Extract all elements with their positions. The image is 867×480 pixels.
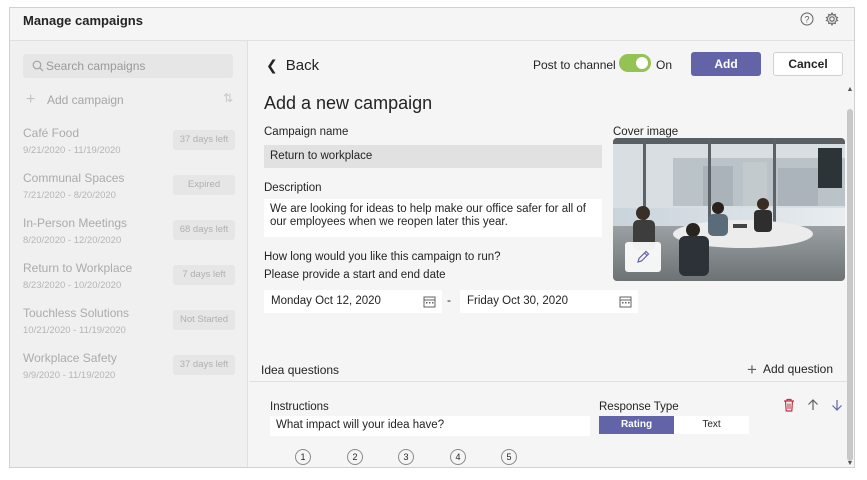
response-type-selector: Rating Text (599, 416, 749, 434)
duration-hint: Please provide a start and end date (264, 269, 446, 281)
pencil-icon (637, 250, 650, 263)
svg-text:?: ? (804, 15, 809, 25)
campaign-name: Workplace Safety (23, 351, 117, 365)
campaign-name: Communal Spaces (23, 171, 125, 185)
rating-option-5: 5 (501, 449, 517, 465)
status-badge: 68 days left (173, 220, 235, 240)
end-date-picker[interactable]: Friday Oct 30, 2020 (460, 290, 638, 313)
scrollbar-thumb[interactable] (847, 109, 853, 461)
arrow-up-icon[interactable] (805, 397, 821, 413)
campaign-dates: 9/9/2020 - 11/19/2020 (23, 370, 116, 381)
response-type-rating[interactable]: Rating (599, 416, 674, 434)
arrow-down-icon[interactable] (829, 397, 845, 413)
toggle-state-label: On (656, 58, 673, 72)
post-to-channel-toggle[interactable] (619, 54, 651, 72)
campaign-item-return-to-workplace[interactable]: Return to Workplace 8/23/2020 - 10/20/20… (23, 261, 235, 297)
campaign-item-cafe-food[interactable]: Café Food 9/21/2020 - 11/19/2020 37 days… (23, 126, 235, 162)
description-textarea[interactable]: We are looking for ideas to help make ou… (264, 199, 602, 237)
gear-icon[interactable] (825, 12, 839, 26)
post-to-channel-label: Post to channel (533, 58, 616, 72)
add-campaign-button[interactable]: + Add campaign ⇅ (23, 91, 233, 111)
status-badge: 37 days left (173, 130, 235, 150)
search-box[interactable] (23, 54, 233, 78)
rating-option-3: 3 (398, 449, 414, 465)
end-date-value: Friday Oct 30, 2020 (467, 295, 568, 307)
campaign-item-workplace-safety[interactable]: Workplace Safety 9/9/2020 - 11/19/2020 3… (23, 351, 235, 387)
cancel-button[interactable]: Cancel (773, 52, 843, 76)
description-label: Description (264, 182, 322, 194)
scroll-down-arrow[interactable]: ▼ (846, 460, 854, 467)
add-question-button[interactable]: + Add question (747, 360, 833, 380)
campaign-item-communal-spaces[interactable]: Communal Spaces 7/21/2020 - 8/20/2020 Ex… (23, 171, 235, 207)
idea-questions-header: Idea questions (261, 363, 340, 377)
response-type-label: Response Type (599, 401, 679, 413)
add-button[interactable]: Add (691, 52, 761, 76)
start-date-picker[interactable]: Monday Oct 12, 2020 (264, 290, 442, 313)
cover-image-label: Cover image (613, 126, 679, 138)
back-label: Back (285, 57, 320, 74)
app-title: Manage campaigns (23, 13, 143, 28)
rating-option-1: 1 (295, 449, 311, 465)
app-window: Manage campaigns ? + Add campaign ⇅ Café… (9, 7, 855, 468)
campaign-name: Return to Workplace (23, 261, 133, 275)
cover-image (613, 138, 845, 281)
campaign-form-panel: ❮ Back Post to channel On Add Cancel Add … (249, 41, 854, 467)
campaign-dates: 9/21/2020 - 11/19/2020 (23, 145, 121, 156)
back-button[interactable]: ❮ Back (266, 57, 319, 74)
duration-question: How long would you like this campaign to… (264, 251, 501, 263)
toggle-knob (636, 57, 648, 69)
chevron-left-icon: ❮ (266, 57, 278, 73)
add-campaign-label: Add campaign (47, 93, 124, 107)
search-input[interactable] (46, 57, 226, 75)
search-icon (32, 60, 44, 72)
scroll-up-arrow[interactable]: ▲ (846, 86, 854, 94)
calendar-icon[interactable] (619, 295, 632, 308)
sort-icon[interactable]: ⇅ (223, 91, 233, 105)
rating-option-4: 4 (450, 449, 466, 465)
plus-icon: + (26, 91, 36, 108)
form-title: Add a new campaign (264, 93, 433, 113)
response-type-text[interactable]: Text (674, 416, 749, 434)
instructions-input[interactable]: What impact will your idea have? (270, 416, 590, 436)
trash-icon[interactable] (781, 397, 797, 413)
question-circle-icon[interactable]: ? (800, 12, 814, 26)
campaign-name-input[interactable]: Return to workplace (264, 145, 602, 168)
status-badge: Not Started (173, 310, 235, 330)
campaign-sidebar: + Add campaign ⇅ Café Food 9/21/2020 - 1… (10, 41, 248, 467)
title-bar: Manage campaigns ? (10, 8, 854, 41)
instructions-label: Instructions (270, 401, 329, 413)
rating-option-2: 2 (347, 449, 363, 465)
campaign-name: Touchless Solutions (23, 306, 130, 320)
plus-icon: + (747, 360, 757, 379)
campaign-name-label: Campaign name (264, 126, 349, 138)
campaign-dates: 10/21/2020 - 11/19/2020 (23, 325, 126, 336)
campaign-name: Café Food (23, 126, 80, 140)
campaign-dates: 8/23/2020 - 10/20/2020 (23, 280, 122, 291)
status-badge: Expired (173, 175, 235, 195)
edit-cover-image-button[interactable] (625, 242, 661, 272)
campaign-name: In-Person Meetings (23, 216, 128, 230)
start-date-value: Monday Oct 12, 2020 (271, 295, 381, 307)
campaign-dates: 7/21/2020 - 8/20/2020 (23, 190, 116, 201)
status-badge: 7 days left (173, 265, 235, 285)
section-divider (249, 381, 847, 382)
calendar-icon[interactable] (423, 295, 436, 308)
campaign-item-in-person-meetings[interactable]: In-Person Meetings 8/20/2020 - 12/20/202… (23, 216, 235, 252)
status-badge: 37 days left (173, 355, 235, 375)
campaign-item-touchless-solutions[interactable]: Touchless Solutions 10/21/2020 - 11/19/2… (23, 306, 235, 342)
campaign-dates: 8/20/2020 - 12/20/2020 (23, 235, 122, 246)
add-question-label: Add question (762, 362, 833, 376)
date-separator: - (447, 293, 451, 307)
